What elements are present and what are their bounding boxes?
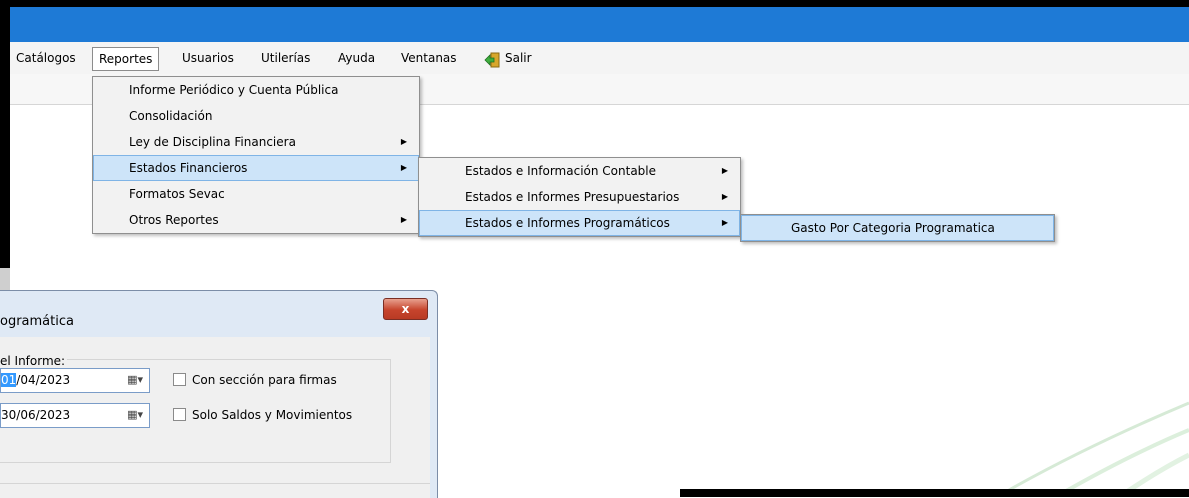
date-from-field[interactable]: 01/04/2023 ▦▾ — [0, 368, 150, 393]
menu-item-gasto-categoria-programatica[interactable]: Gasto Por Categoria Programatica — [741, 215, 1054, 241]
menu-usuarios[interactable]: Usuarios — [182, 51, 234, 65]
submenu-arrow-icon: ▶ — [400, 215, 407, 224]
menu-item-ley-disciplina[interactable]: Ley de Disciplina Financiera ▶ — [93, 129, 419, 155]
close-icon: x — [401, 302, 410, 316]
checkbox-con-seccion-firmas[interactable]: Con sección para firmas — [173, 373, 337, 387]
programaticos-submenu: Gasto Por Categoria Programatica — [740, 214, 1055, 242]
dialog-body: 01/04/2023 ▦▾ 30/06/2023 ▦▾ Con sección … — [0, 337, 430, 498]
checkbox-box[interactable] — [173, 373, 186, 386]
menu-item-informes-presupuestarios[interactable]: Estados e Informes Presupuestarios ▶ — [419, 184, 740, 210]
submenu-arrow-icon: ▶ — [721, 218, 728, 227]
menu-item-label: Estados Financieros — [129, 161, 248, 175]
estados-financieros-submenu: Estados e Información Contable ▶ Estados … — [418, 157, 741, 237]
exit-icon[interactable] — [484, 52, 500, 68]
bottom-frame-edge — [680, 489, 1189, 497]
calendar-dropdown-icon[interactable]: ▦▾ — [127, 408, 143, 421]
submenu-arrow-icon: ▶ — [721, 192, 728, 201]
top-frame-edge — [0, 0, 1189, 7]
group-legend: el Informe: — [0, 354, 68, 368]
dialog-title: ogramática — [0, 314, 74, 329]
menu-item-consolidacion[interactable]: Consolidación — [93, 103, 419, 129]
window-title-bar — [10, 7, 1189, 42]
menu-bar: Catálogos Reportes Usuarios Utilerías Ay… — [10, 42, 1189, 75]
menu-utilerias[interactable]: Utilerías — [261, 51, 310, 65]
submenu-arrow-icon: ▶ — [400, 163, 407, 172]
second-options-group — [0, 483, 430, 498]
menu-item-label: Gasto Por Categoria Programatica — [791, 221, 995, 235]
menu-item-formatos-sevac[interactable]: Formatos Sevac — [93, 181, 419, 207]
menu-item-label: Estados e Información Contable — [465, 164, 657, 178]
reportes-dropdown: Informe Periódico y Cuenta Pública Conso… — [92, 76, 420, 234]
menu-catalogos[interactable]: Catálogos — [16, 51, 76, 65]
menu-item-informacion-contable[interactable]: Estados e Información Contable ▶ — [419, 158, 740, 184]
menu-reportes[interactable]: Reportes — [92, 47, 160, 71]
menu-item-label: Estados e Informes Programáticos — [465, 216, 670, 230]
date-to-field[interactable]: 30/06/2023 ▦▾ — [0, 403, 150, 428]
menu-item-label: Ley de Disciplina Financiera — [129, 135, 296, 149]
left-frame-edge — [0, 0, 10, 268]
menu-item-informes-programaticos[interactable]: Estados e Informes Programáticos ▶ — [419, 210, 740, 236]
menu-item-label: Otros Reportes — [129, 213, 219, 227]
menu-item-label: Informe Periódico y Cuenta Pública — [129, 83, 339, 97]
menu-item-informe-periodico[interactable]: Informe Periódico y Cuenta Pública — [93, 77, 419, 103]
checkbox-box[interactable] — [173, 408, 186, 421]
submenu-arrow-icon: ▶ — [721, 166, 728, 175]
date-from-value: 01/04/2023 — [1, 373, 70, 387]
date-from-rest: /04/2023 — [16, 373, 71, 387]
menu-item-label: Consolidación — [129, 109, 213, 123]
checkbox-label: Solo Saldos y Movimientos — [192, 408, 353, 422]
menu-ventanas[interactable]: Ventanas — [401, 51, 457, 65]
menu-item-label: Estados e Informes Presupuestarios — [465, 190, 680, 204]
report-options-group: 01/04/2023 ▦▾ 30/06/2023 ▦▾ Con sección … — [0, 359, 391, 463]
date-from-selected-part: 01 — [1, 373, 17, 387]
menu-item-otros-reportes[interactable]: Otros Reportes ▶ — [93, 207, 419, 233]
menu-item-estados-financieros[interactable]: Estados Financieros ▶ — [93, 155, 419, 181]
report-dialog: ogramática x 01/04/2023 ▦▾ 30/06/2023 ▦▾… — [0, 290, 438, 498]
checkbox-label: Con sección para firmas — [192, 373, 337, 387]
watermark-swoosh — [1008, 401, 1189, 497]
checkbox-solo-saldos[interactable]: Solo Saldos y Movimientos — [173, 408, 352, 422]
close-button[interactable]: x — [383, 298, 428, 320]
menu-item-label: Formatos Sevac — [129, 187, 225, 201]
menu-ayuda[interactable]: Ayuda — [338, 51, 375, 65]
date-to-value: 30/06/2023 — [1, 408, 71, 422]
menu-salir[interactable]: Salir — [505, 51, 532, 65]
calendar-dropdown-icon[interactable]: ▦▾ — [127, 373, 143, 386]
submenu-arrow-icon: ▶ — [400, 137, 407, 146]
